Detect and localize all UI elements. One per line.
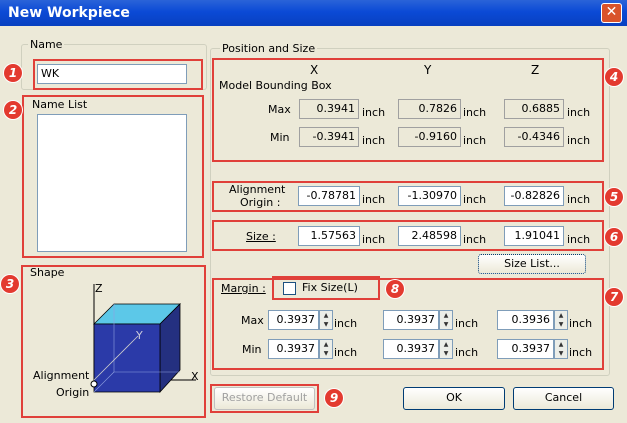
unit-label: inch bbox=[569, 317, 593, 330]
alignment-origin-label-2: Origin bbox=[56, 386, 90, 399]
bbox-min-z: -0.4346 bbox=[504, 127, 564, 147]
unit-label: inch bbox=[362, 233, 386, 246]
position-size-label: Position and Size bbox=[220, 42, 318, 55]
callout-badge-9: 9 bbox=[325, 389, 343, 407]
unit-label: inch bbox=[463, 134, 487, 147]
callout-badge-8: 8 bbox=[386, 280, 404, 298]
title-bar[interactable]: New Workpiece ✕ bbox=[0, 0, 627, 26]
spin-down-icon[interactable]: ▼ bbox=[320, 349, 332, 358]
size-y-field[interactable]: 2.48598 bbox=[398, 226, 461, 246]
callout-badge-1: 1 bbox=[4, 64, 22, 82]
callout-badge-5: 5 bbox=[605, 188, 623, 206]
new-workpiece-dialog: New Workpiece ✕ Name WK Name List Shape … bbox=[0, 0, 627, 423]
bbox-min-label: Min bbox=[270, 131, 290, 144]
spin-down-icon[interactable]: ▼ bbox=[555, 349, 567, 358]
size-list-button[interactable]: Size List... bbox=[478, 254, 586, 274]
margin-max-x-field[interactable]: 0.3937 bbox=[268, 310, 319, 330]
margin-max-x-spinner[interactable]: ▲ ▼ bbox=[319, 310, 333, 330]
alignment-y-field[interactable]: -1.30970 bbox=[398, 186, 461, 206]
unit-label: inch bbox=[463, 193, 487, 206]
margin-max-z-field[interactable]: 0.3936 bbox=[497, 310, 554, 330]
alignment-label-1: Alignment bbox=[229, 183, 286, 196]
close-icon: ✕ bbox=[605, 4, 618, 20]
unit-label: inch bbox=[362, 134, 386, 147]
unit-label: inch bbox=[567, 193, 591, 206]
col-y-label: Y bbox=[424, 63, 432, 77]
unit-label: inch bbox=[463, 106, 487, 119]
unit-label: inch bbox=[567, 134, 591, 147]
size-x-field[interactable]: 1.57563 bbox=[298, 226, 360, 246]
callout-badge-4: 4 bbox=[605, 68, 623, 86]
margin-max-y-spinner[interactable]: ▲ ▼ bbox=[439, 310, 453, 330]
origin-marker bbox=[90, 380, 98, 388]
margin-label: Margin : bbox=[221, 282, 266, 295]
bbox-max-x: 0.3941 bbox=[299, 99, 359, 119]
spin-up-icon[interactable]: ▲ bbox=[555, 340, 567, 349]
alignment-label-2: Origin : bbox=[240, 196, 281, 209]
unit-label: inch bbox=[463, 233, 487, 246]
spin-up-icon[interactable]: ▲ bbox=[440, 340, 452, 349]
spin-up-icon[interactable]: ▲ bbox=[320, 340, 332, 349]
name-list-label: Name List bbox=[32, 98, 88, 111]
bbox-min-x: -0.3941 bbox=[299, 127, 359, 147]
callout-badge-3: 3 bbox=[1, 275, 19, 293]
alignment-z-field[interactable]: -0.82826 bbox=[504, 186, 564, 206]
close-button[interactable]: ✕ bbox=[601, 3, 622, 23]
y-axis-label: Y bbox=[136, 329, 143, 342]
unit-label: inch bbox=[334, 346, 358, 359]
unit-label: inch bbox=[334, 317, 358, 330]
bbox-max-label: Max bbox=[268, 103, 291, 116]
spin-down-icon[interactable]: ▼ bbox=[440, 320, 452, 329]
spin-down-icon[interactable]: ▼ bbox=[440, 349, 452, 358]
x-axis-label: X bbox=[191, 370, 199, 383]
fix-size-label[interactable]: Fix Size(L) bbox=[302, 281, 358, 294]
unit-label: inch bbox=[455, 346, 479, 359]
unit-label: inch bbox=[362, 193, 386, 206]
unit-label: inch bbox=[569, 346, 593, 359]
spin-up-icon[interactable]: ▲ bbox=[555, 311, 567, 320]
cancel-button[interactable]: Cancel bbox=[513, 387, 614, 410]
margin-min-y-field[interactable]: 0.3937 bbox=[383, 339, 439, 359]
margin-min-y-spinner[interactable]: ▲ ▼ bbox=[439, 339, 453, 359]
unit-label: inch bbox=[567, 106, 591, 119]
bbox-min-y: -0.9160 bbox=[398, 127, 461, 147]
spin-up-icon[interactable]: ▲ bbox=[320, 311, 332, 320]
margin-max-label: Max bbox=[241, 314, 264, 327]
unit-label: inch bbox=[455, 317, 479, 330]
bbox-max-y: 0.7826 bbox=[398, 99, 461, 119]
name-group-label: Name bbox=[28, 38, 65, 51]
fix-size-checkbox[interactable] bbox=[283, 282, 296, 295]
margin-min-z-spinner[interactable]: ▲ ▼ bbox=[554, 339, 568, 359]
window-title: New Workpiece bbox=[8, 5, 130, 21]
callout-badge-2: 2 bbox=[4, 101, 22, 119]
size-label: Size : bbox=[246, 230, 276, 243]
spin-up-icon[interactable]: ▲ bbox=[440, 311, 452, 320]
name-field[interactable]: WK bbox=[37, 64, 187, 84]
z-axis-label: Z bbox=[95, 282, 103, 295]
margin-min-x-field[interactable]: 0.3937 bbox=[268, 339, 319, 359]
name-list-box[interactable] bbox=[37, 114, 187, 252]
restore-default-button[interactable]: Restore Default bbox=[214, 387, 315, 410]
bbox-title: Model Bounding Box bbox=[219, 79, 332, 92]
size-z-field[interactable]: 1.91041 bbox=[504, 226, 564, 246]
shape-group-label: Shape bbox=[30, 266, 65, 279]
ok-button[interactable]: OK bbox=[403, 387, 505, 410]
unit-label: inch bbox=[567, 233, 591, 246]
margin-max-y-field[interactable]: 0.3937 bbox=[383, 310, 439, 330]
margin-max-z-spinner[interactable]: ▲ ▼ bbox=[554, 310, 568, 330]
col-z-label: Z bbox=[531, 63, 540, 77]
alignment-origin-label-1: Alignment bbox=[33, 369, 90, 382]
spin-down-icon[interactable]: ▼ bbox=[320, 320, 332, 329]
bbox-max-z: 0.6885 bbox=[504, 99, 564, 119]
margin-min-x-spinner[interactable]: ▲ ▼ bbox=[319, 339, 333, 359]
alignment-x-field[interactable]: -0.78781 bbox=[298, 186, 360, 206]
callout-badge-6: 6 bbox=[605, 228, 623, 246]
margin-min-z-field[interactable]: 0.3937 bbox=[497, 339, 554, 359]
callout-badge-7: 7 bbox=[605, 288, 623, 306]
unit-label: inch bbox=[362, 106, 386, 119]
margin-min-label: Min bbox=[242, 343, 262, 356]
col-x-label: X bbox=[310, 63, 319, 77]
spin-down-icon[interactable]: ▼ bbox=[555, 320, 567, 329]
